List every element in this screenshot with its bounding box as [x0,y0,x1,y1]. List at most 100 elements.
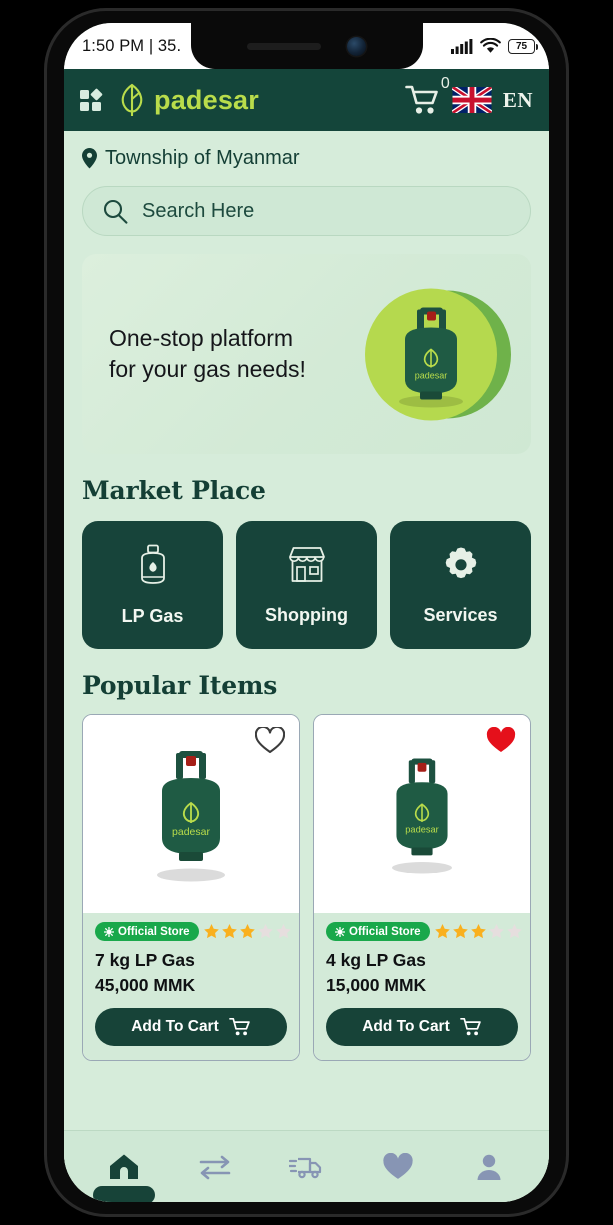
market-place-title: Market Place [82,476,266,505]
storefront-icon [288,546,325,582]
front-camera [347,36,366,56]
product-image: padesar [83,715,299,913]
cellular-signal-icon [451,39,473,54]
heart-icon [383,1152,413,1179]
transfer-arrows-icon [199,1155,231,1179]
cart-icon [228,1017,250,1036]
earpiece-speaker [247,42,321,50]
product-card[interactable]: padesar [82,714,300,1061]
brand-logo[interactable]: padesar [117,83,259,117]
notch-island [190,23,423,69]
badge-rating-row: Official Store [95,922,291,941]
location-row[interactable]: Township of Myanmar [64,131,549,170]
search-placeholder: Search Here [142,199,255,222]
add-to-cart-button[interactable]: Add To Cart [326,1008,518,1046]
status-clock: 1:50 PM | 35. [82,36,182,55]
gas-cylinder-image: padesar [157,751,225,882]
status-indicators: 75 [451,38,538,54]
grid-menu-icon[interactable] [80,87,103,111]
star-icon [488,924,504,939]
nav-item-profile[interactable] [460,1140,518,1194]
badge-rating-row: Official Store [326,922,522,941]
product-title: 7 kg LP Gas [95,950,195,970]
cart-count-badge: 0 [440,75,450,92]
badge-label: Official Store [349,925,421,938]
product-card[interactable]: padesar [313,714,531,1061]
star-icon [434,924,450,939]
search-input[interactable]: Search Here [82,186,531,236]
product-price: 45,000 MMK [95,975,196,995]
location-text: Township of Myanmar [105,147,300,169]
status-badge: Official Store [95,922,199,941]
svg-text:padesar: padesar [405,825,438,835]
market-card-shopping[interactable]: Shopping [236,521,377,649]
rating-stars [203,923,292,940]
phone-frame: 1:50 PM | 35. 75 padesar 0 EN Township o… [44,8,569,1217]
status-bar: 1:50 PM | 35. 75 [64,23,549,69]
svg-text:padesar: padesar [172,826,210,838]
product-price: 15,000 MMK [326,975,427,995]
battery-indicator: 75 [508,38,538,54]
star-icon [221,924,237,939]
banner-text: One-stop platform for your gas needs! [82,323,306,384]
market-card-label: LP Gas [121,605,184,626]
market-card-label: Services [423,604,498,625]
cart-button[interactable]: 0 [405,75,450,116]
add-to-cart-label: Add To Cart [131,1018,219,1035]
gear-icon [445,547,476,578]
nav-item-delivery[interactable] [277,1140,335,1194]
brand-name: padesar [154,84,259,115]
star-icon [506,924,522,939]
market-card-services[interactable]: Services [390,521,531,649]
add-to-cart-button[interactable]: Add To Cart [95,1008,287,1046]
gas-cylinder-image: padesar [392,758,452,874]
verified-sun-icon [335,926,345,937]
rating-stars [434,923,523,940]
product-title: 4 kg LP Gas [326,950,426,970]
home-active-indicator [92,1185,155,1202]
product-image: padesar [314,715,530,913]
app-header: padesar 0 EN [64,69,549,131]
svg-text:padesar: padesar [415,371,448,381]
star-icon [257,924,273,939]
popular-items-list: padesar Official Store 7 kg LP Gas 45,00… [82,714,531,1061]
add-to-cart-label: Add To Cart [362,1018,450,1035]
home-icon [109,1154,138,1179]
banner-line-1: One-stop platform [109,325,294,352]
person-icon [477,1154,501,1180]
shopping-cart-icon [405,85,438,114]
star-icon [203,924,219,939]
cart-icon [459,1017,481,1036]
uk-flag-icon[interactable] [451,87,492,113]
nav-item-favorites[interactable] [369,1140,427,1194]
star-icon [239,924,255,939]
promo-banner[interactable]: One-stop platform for your gas needs! pa… [82,254,531,454]
phone-screen: 1:50 PM | 35. 75 padesar 0 EN Township o… [64,23,549,1202]
gas-cylinder-illustration: padesar [365,282,515,427]
product-info: Official Store 4 kg LP Gas 15,000 MMK Ad… [314,913,530,1060]
nav-item-home[interactable] [92,1140,155,1202]
heart-outline-icon[interactable] [255,727,285,754]
gas-tank-icon [140,544,165,584]
heart-filled-icon[interactable] [486,727,516,754]
status-badge: Official Store [326,922,430,941]
star-icon [275,924,291,939]
page-content: Township of Myanmar Search Here One-stop… [64,131,549,1202]
verified-sun-icon [104,926,114,937]
popular-items-title: Popular Items [82,671,278,700]
market-place-grid: LP Gas Shopping Services [82,521,531,649]
market-card-label: Shopping [265,604,348,625]
nav-item-transfer[interactable] [186,1140,244,1194]
search-icon [103,199,128,224]
header-actions: 0 EN [405,75,533,116]
market-card-lp-gas[interactable]: LP Gas [82,521,223,649]
bottom-navigation [64,1130,549,1202]
product-info: Official Store 7 kg LP Gas 45,000 MMK Ad… [83,913,299,1060]
badge-label: Official Store [118,925,190,938]
star-icon [470,924,486,939]
delivery-truck-icon [289,1157,322,1178]
banner-line-2: for your gas needs! [109,356,306,382]
map-pin-icon [82,148,97,169]
language-selector[interactable]: EN [503,88,533,113]
wifi-icon [480,38,501,53]
